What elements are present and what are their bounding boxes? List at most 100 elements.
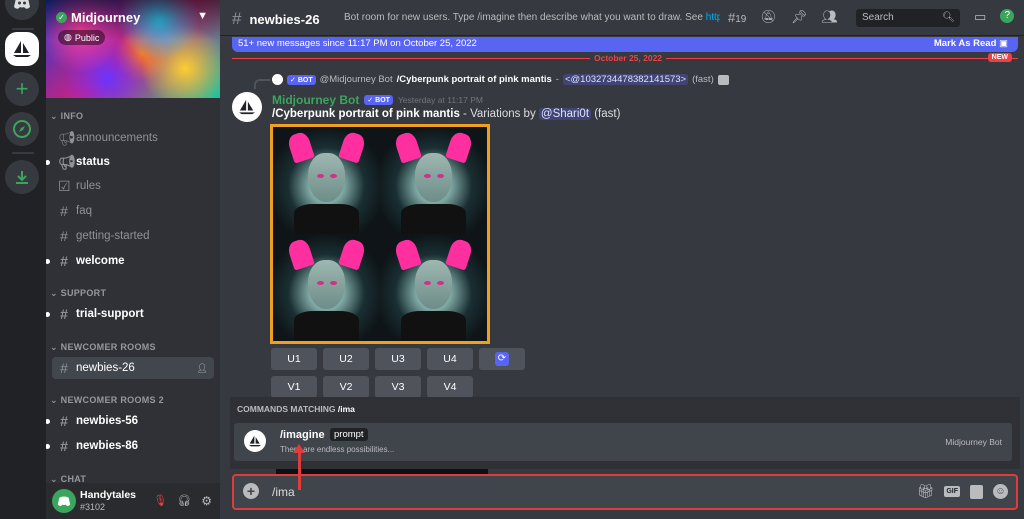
channel-topic[interactable]: Bot room for new users. Type /imagine th…	[344, 12, 720, 23]
new-messages-divider: October 25, 2022 NEW	[232, 53, 1018, 63]
globe-icon: ◍	[64, 32, 72, 42]
command-option-tag: prompt	[330, 428, 368, 441]
rail-separator	[12, 28, 34, 30]
avatar[interactable]	[52, 489, 76, 513]
headphones-icon[interactable]: 🎧︎	[177, 494, 191, 508]
mark-as-read-button[interactable]: Mark As Read ▣	[934, 38, 1008, 49]
channel-newbies-86[interactable]: # newbies-86	[46, 435, 214, 457]
public-badge: ◍ Public	[58, 30, 106, 45]
command-name: /imagine	[280, 429, 325, 441]
rail-separator	[12, 152, 34, 154]
upscale-3-button[interactable]: U3	[375, 348, 421, 370]
image-grid[interactable]	[270, 124, 490, 344]
threads-icon: #	[60, 413, 68, 429]
upscale-4-button[interactable]: U4	[427, 348, 473, 370]
reroll-button[interactable]: ⟳	[479, 348, 525, 370]
channel-getting-started[interactable]: # getting-started	[52, 225, 214, 247]
unread-indicator	[46, 311, 50, 317]
pin-icon[interactable]: 📌︎	[791, 9, 808, 25]
variation-2-button[interactable]: V2	[323, 376, 369, 398]
user-tag: #3102	[80, 502, 106, 512]
threads-icon: #	[232, 9, 242, 28]
threads-button[interactable]: #19	[728, 10, 746, 25]
bot-badge: ✓ BOT	[287, 74, 316, 85]
channel-welcome[interactable]: # welcome	[46, 250, 214, 272]
channel-announcements[interactable]: 📢︎ announcements	[52, 127, 214, 149]
sailboat-icon	[249, 435, 261, 447]
gift-icon[interactable]: 🎁︎	[917, 483, 935, 500]
inbox-icon[interactable]: ▭	[974, 9, 986, 25]
compass-icon	[13, 120, 31, 138]
home-button[interactable]	[5, 0, 39, 20]
message-timestamp: Yesterday at 11:17 PM	[397, 95, 483, 105]
server-header[interactable]: ✓ Midjourney	[56, 10, 140, 25]
image-icon	[717, 74, 729, 85]
variation-3-button[interactable]: V3	[375, 376, 421, 398]
autocomplete-header: COMMANDS MATCHING /ima	[237, 404, 355, 414]
unread-indicator	[46, 159, 50, 165]
unread-indicator	[46, 258, 50, 264]
members-icon[interactable]: 👥︎	[821, 9, 838, 25]
chevron-down-icon[interactable]: ▼	[197, 10, 208, 22]
help-icon[interactable]: ?	[1000, 9, 1015, 23]
category-newcomer-rooms[interactable]: ⌄ NEWCOMER ROOMS	[50, 342, 156, 353]
channel-trial-support[interactable]: # trial-support	[46, 303, 214, 325]
megaphone-icon: 📢︎	[58, 153, 76, 170]
channel-newbies-56[interactable]: # newbies-56	[46, 410, 214, 432]
category-info[interactable]: ⌄ INFO	[50, 111, 83, 122]
download-apps-button[interactable]	[5, 160, 39, 194]
server-rail: +	[0, 0, 46, 519]
username: Handytales	[80, 489, 137, 501]
category-newcomer-rooms-2[interactable]: ⌄ NEWCOMER ROOMS 2	[50, 395, 164, 406]
verified-icon: ✓	[56, 12, 67, 23]
message-input[interactable]: + /ima 🎁︎ GIF ☺	[232, 474, 1018, 510]
command-source: Midjourney Bot	[945, 437, 1002, 447]
add-server-button[interactable]: +	[5, 72, 39, 106]
threads-icon: #	[60, 360, 68, 376]
explore-servers-button[interactable]	[5, 112, 39, 146]
message-author[interactable]: Midjourney Bot	[272, 93, 359, 107]
plus-icon: +	[15, 76, 29, 101]
mute-notifications-icon[interactable]: 🔕︎	[760, 9, 777, 25]
threads-icon: #	[60, 438, 68, 454]
new-messages-banner[interactable]: 51+ new messages since 11:17 PM on Octob…	[232, 37, 1018, 52]
variation-1-button[interactable]: V1	[271, 376, 317, 398]
variation-4-button[interactable]: V4	[427, 376, 473, 398]
user-mention[interactable]: @Shari0t	[538, 108, 592, 120]
midjourney-server-button[interactable]	[5, 32, 39, 66]
invite-member-icon[interactable]: 👤︎	[197, 363, 208, 374]
gif-icon[interactable]: GIF	[944, 486, 960, 497]
bot-badge: ✓ BOT	[364, 95, 393, 105]
settings-gear-icon[interactable]: ⚙	[201, 494, 212, 508]
generated-image-3[interactable]	[273, 234, 380, 341]
reply-connector	[254, 79, 270, 89]
hash-icon: #	[60, 203, 68, 219]
upscale-1-button[interactable]: U1	[271, 348, 317, 370]
upload-plus-icon[interactable]: +	[243, 483, 259, 499]
refresh-icon: ⟳	[495, 352, 509, 366]
bot-avatar[interactable]	[232, 92, 262, 122]
channel-faq[interactable]: # faq	[52, 200, 214, 222]
generated-image-4[interactable]	[380, 234, 487, 341]
reply-reference[interactable]: ✓ BOT @Midjourney Bot /Cyberpunk portrai…	[272, 74, 729, 85]
upscale-2-button[interactable]: U2	[323, 348, 369, 370]
hash-icon: #	[60, 306, 68, 322]
sailboat-icon	[239, 99, 255, 115]
mute-mic-icon[interactable]: 🎙︎	[153, 494, 167, 508]
annotation-arrow	[293, 444, 305, 490]
sticker-icon[interactable]	[970, 484, 983, 499]
command-option-imagine[interactable]: /imagine prompt There are endless possib…	[234, 423, 1012, 461]
channel-status[interactable]: 📢︎ status	[46, 151, 214, 173]
megaphone-icon: 📢︎	[58, 129, 76, 146]
unread-indicator	[46, 443, 50, 449]
emoji-icon[interactable]: ☺	[993, 484, 1008, 499]
message-input-value[interactable]: /ima	[272, 485, 295, 499]
generated-image-1[interactable]	[273, 127, 380, 234]
divider-date: October 25, 2022	[590, 53, 667, 63]
search-input[interactable]: Search 🔍︎	[856, 9, 960, 27]
sailboat-icon	[13, 41, 31, 57]
channel-rules[interactable]: ☑ rules	[52, 175, 214, 197]
generated-image-2[interactable]	[380, 127, 487, 234]
channel-newbies-26[interactable]: # newbies-26 👤︎	[52, 357, 214, 379]
category-support[interactable]: ⌄ SUPPORT	[50, 288, 106, 299]
